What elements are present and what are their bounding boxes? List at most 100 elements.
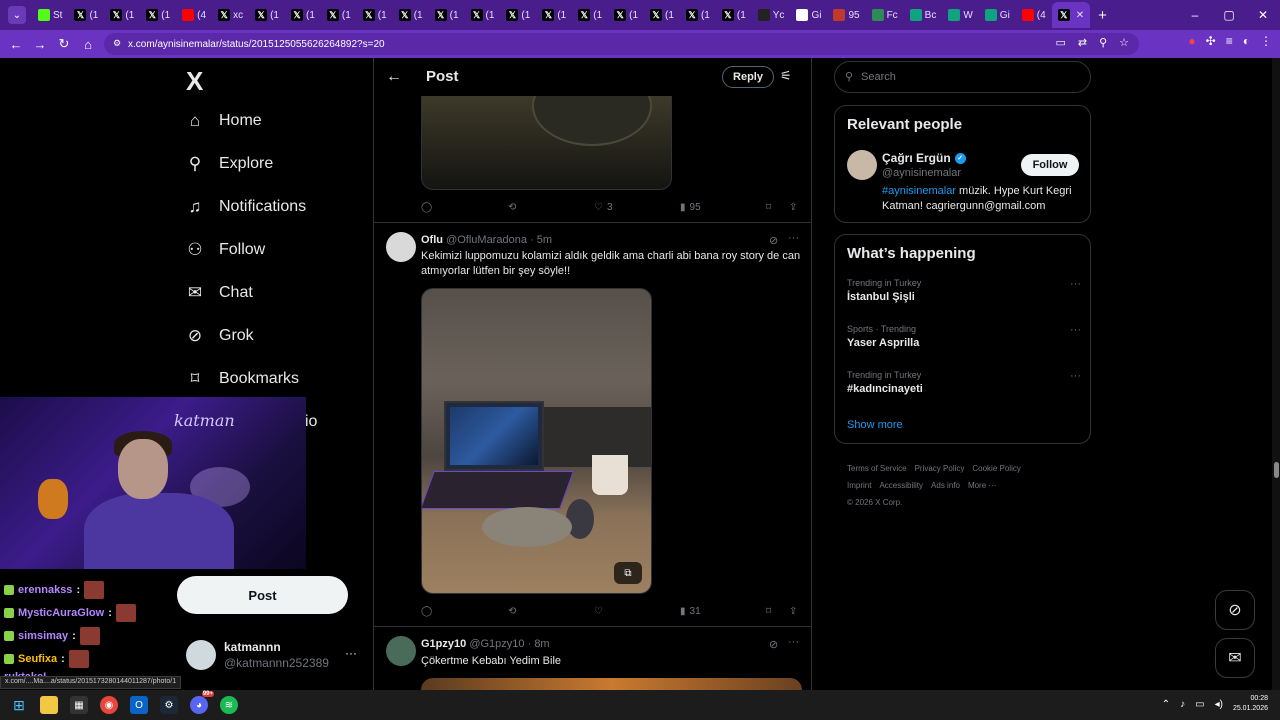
forward-nav-icon[interactable]: → (30, 34, 50, 54)
page-scrollbar[interactable] (1272, 58, 1280, 690)
post-photo[interactable] (421, 678, 802, 690)
show-more-link[interactable]: Show more (847, 419, 903, 431)
avatar[interactable] (847, 150, 877, 180)
browser-tab[interactable]: Gi (790, 2, 827, 28)
messages-fab-icon[interactable]: ✉ (1215, 638, 1255, 678)
image-edit-icon[interactable]: ⧉ (614, 562, 642, 584)
browser-tab[interactable]: W (942, 2, 978, 28)
views-icon[interactable]: ▮ 31 (680, 606, 701, 617)
browser-tab[interactable]: Bc (904, 2, 943, 28)
footer-link[interactable]: Cookie Policy (972, 464, 1020, 473)
browser-menu-icon[interactable]: ⋮ (1260, 34, 1272, 48)
browser-tab[interactable]: St (32, 2, 68, 28)
sidebar-item-follow[interactable]: ⚇ Follow (185, 240, 265, 260)
share-icon[interactable]: ⇪ (789, 606, 797, 617)
grok-fab-icon[interactable]: ⊘ (1215, 590, 1255, 630)
chrome-icon[interactable]: ◉ (100, 696, 118, 714)
browser-tab[interactable]: 𝕏 (1 (393, 2, 429, 28)
author-handle[interactable]: @G1pzy10 (469, 638, 524, 650)
search-input[interactable]: ⚲ Search (834, 61, 1091, 93)
new-tab-button[interactable]: + (1098, 7, 1107, 24)
post-photo[interactable]: ⧉ (421, 288, 652, 594)
extension-icon[interactable]: ● (1188, 34, 1195, 48)
browser-tab[interactable]: Yc (752, 2, 791, 28)
discord-icon[interactable]: ◕ 99+ (190, 691, 214, 714)
close-window-button[interactable]: ✕ (1246, 0, 1280, 30)
more-icon[interactable]: ··· (788, 636, 799, 648)
cast-icon[interactable]: ▭ (1055, 36, 1065, 49)
reply-icon[interactable]: ◯ (421, 202, 436, 213)
windows-start-icon[interactable]: ⊞ (10, 696, 28, 714)
trend-more-icon[interactable]: ··· (1070, 370, 1081, 382)
x-logo[interactable]: X (186, 66, 203, 97)
steam-icon[interactable]: ⚙ (160, 696, 178, 714)
footer-link[interactable]: Terms of Service (847, 464, 907, 473)
trend-item[interactable]: Trending in Turkey #kadıncinayeti ··· (847, 370, 1081, 395)
share-icon[interactable]: ⇪ (789, 202, 797, 213)
avatar[interactable] (386, 636, 416, 666)
browser-tab[interactable]: 𝕏 (1 (500, 2, 536, 28)
sidebar-item-chat[interactable]: ✉ Chat (185, 283, 253, 303)
scrollbar-thumb[interactable] (1274, 462, 1279, 478)
home-browser-icon[interactable]: ⌂ (78, 34, 98, 54)
sidebar-item-notifications[interactable]: ♫ Notifications (185, 197, 307, 217)
browser-tab[interactable]: 𝕏 (1 (140, 2, 176, 28)
grok-icon[interactable]: ⊘ (769, 638, 778, 651)
author-name[interactable]: G1pzy10 (421, 638, 466, 650)
post-time[interactable]: 8m (534, 638, 549, 650)
sidebar-item-home[interactable]: ⌂ Home (185, 111, 262, 131)
avatar[interactable] (386, 232, 416, 262)
footer-link[interactable]: Ads info (931, 481, 960, 490)
browser-tab[interactable]: 𝕏 (1 (680, 2, 716, 28)
zoom-icon[interactable]: ⚲ (1099, 36, 1107, 49)
previous-post-image[interactable] (421, 96, 672, 190)
repost-icon[interactable]: ⟲ (508, 202, 520, 213)
site-info-icon[interactable]: ⚙ (113, 38, 123, 49)
browser-tab[interactable]: 𝕏 (1 (429, 2, 465, 28)
browser-tab[interactable]: 𝕏 (1 (536, 2, 572, 28)
filter-icon[interactable]: ⚟ (780, 68, 792, 84)
views-icon[interactable]: ▮ 95 (680, 202, 701, 213)
browser-tab[interactable]: 𝕏 (1 (608, 2, 644, 28)
back-arrow-icon[interactable]: ← (386, 68, 402, 86)
footer-link[interactable]: Privacy Policy (915, 464, 965, 473)
sidebar-item-explore[interactable]: ⚲ Explore (185, 154, 273, 174)
browser-tab[interactable]: 𝕏 (1 (357, 2, 393, 28)
browser-tab[interactable]: 𝕏 ✕ (1051, 2, 1091, 28)
media-icon[interactable]: ≡ (1226, 34, 1233, 48)
sidebar-item-grok[interactable]: ⊘ Grok (185, 326, 254, 346)
trend-more-icon[interactable]: ··· (1070, 278, 1081, 290)
browser-tab[interactable]: 𝕏 (1 (465, 2, 501, 28)
bookmark-icon[interactable]: ⌑ (766, 202, 771, 213)
like-icon[interactable]: ♡ 3 (594, 202, 613, 213)
tab-search-button[interactable]: ⌄ (8, 6, 26, 24)
repost-icon[interactable]: ⟲ (508, 606, 520, 617)
close-tab-icon[interactable]: ✕ (1076, 10, 1084, 21)
tray-overflow-icon[interactable]: ⌃ (1162, 699, 1170, 710)
reply-button[interactable]: Reply (722, 66, 774, 88)
post-time[interactable]: 5m (537, 234, 552, 246)
person-name-line[interactable]: Çağrı Ergün ✓ (882, 151, 966, 165)
translate-icon[interactable]: ⇄ (1078, 36, 1087, 49)
reload-icon[interactable]: ↻ (54, 34, 74, 54)
browser-tab[interactable]: 𝕏 (1 (104, 2, 140, 28)
follow-button[interactable]: Follow (1021, 154, 1079, 176)
footer-link[interactable]: Imprint (847, 481, 871, 490)
browser-tab[interactable]: 𝕏 (1 (249, 2, 285, 28)
browser-tab[interactable]: 𝕏 (1 (572, 2, 608, 28)
reply-icon[interactable]: ◯ (421, 606, 436, 617)
extensions-puzzle-icon[interactable]: ✣ (1206, 34, 1216, 48)
network-icon[interactable]: ▭ (1195, 699, 1204, 710)
browser-tab[interactable]: (4 (1016, 2, 1052, 28)
trend-item[interactable]: Trending in Turkey İstanbul Şişli ··· (847, 278, 1081, 303)
spotify-icon[interactable]: ≋ (220, 696, 238, 714)
browser-tab[interactable]: 95 (827, 2, 865, 28)
browser-tab[interactable]: 𝕏 (1 (716, 2, 752, 28)
mic-icon[interactable]: ♪ (1180, 699, 1185, 710)
trend-more-icon[interactable]: ··· (1070, 324, 1081, 336)
author-handle[interactable]: @OfluMaradona (446, 234, 527, 246)
browser-tab[interactable]: 𝕏 (1 (644, 2, 680, 28)
bio-hashtag[interactable]: #aynisinemalar (882, 185, 956, 197)
address-bar[interactable]: ⚙ x.com/aynisinemalar/status/20151250556… (104, 33, 1139, 55)
person-handle[interactable]: @aynisinemalar (882, 167, 961, 179)
